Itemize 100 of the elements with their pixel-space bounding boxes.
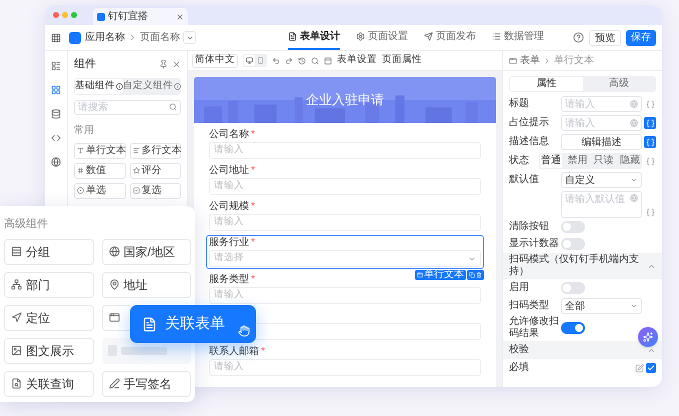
component-tab[interactable]: 自定义组件 <box>123 78 181 94</box>
rows-icon <box>11 246 22 257</box>
component-item[interactable]: 国家/地区 <box>102 238 191 264</box>
variable-icon[interactable] <box>644 155 656 167</box>
app-icon[interactable] <box>69 32 81 44</box>
globe-icon[interactable] <box>630 119 638 127</box>
document-icon <box>288 32 297 41</box>
window-icon <box>108 312 120 323</box>
hand-cursor-icon <box>238 325 250 337</box>
breadcrumb-item[interactable]: 表单 <box>520 53 540 68</box>
copy-icon[interactable] <box>469 272 475 278</box>
search-icon[interactable] <box>311 56 319 64</box>
undo-icon[interactable] <box>272 56 280 64</box>
globe-icon[interactable] <box>630 100 638 108</box>
header-tab[interactable]: 页面发布 <box>424 25 476 50</box>
status-option[interactable]: 只读 <box>592 154 615 168</box>
field-label: 服务行业 <box>209 236 249 250</box>
sidebar-icon[interactable] <box>51 109 61 119</box>
property-select[interactable]: 全部 <box>561 298 642 314</box>
component-item[interactable]: 地址 <box>102 272 191 298</box>
section-header[interactable]: 校验 <box>503 341 662 359</box>
selected-field-frame[interactable]: 服务行业 * 请选择 <box>206 235 484 269</box>
field-label: 公司地址 <box>209 164 249 178</box>
app-name[interactable]: 应用名称 <box>85 30 125 45</box>
property-label: 清除按钮 <box>509 221 550 233</box>
component-item[interactable]: 单行文本 <box>74 142 126 158</box>
delete-icon[interactable] <box>476 272 482 278</box>
component-item[interactable] <box>102 304 130 330</box>
field-label: 联系人邮箱 <box>209 344 259 358</box>
status-option[interactable]: 隐藏 <box>618 154 641 168</box>
close-icon[interactable] <box>172 60 181 69</box>
toggle-switch[interactable] <box>561 322 585 334</box>
placeholder-bar <box>120 346 166 354</box>
toggle-switch[interactable] <box>561 238 585 250</box>
page-name[interactable]: 页面名称 <box>140 30 180 45</box>
ai-assistant-button[interactable] <box>638 327 658 347</box>
property-select[interactable]: 自定义 <box>561 172 642 188</box>
info-icon <box>174 82 181 90</box>
toggle-switch[interactable] <box>561 221 585 233</box>
variable-icon[interactable] <box>644 98 656 110</box>
section-header[interactable]: 扫码模式（仅钉钉手机端内支持） <box>503 253 662 279</box>
component-item[interactable]: 部门 <box>4 272 94 298</box>
sidebar-icon[interactable] <box>51 133 61 143</box>
edit-icon[interactable] <box>635 364 644 372</box>
globe-icon <box>108 246 120 257</box>
header-tab[interactable]: 页面设置 <box>356 25 408 50</box>
property-tab[interactable]: 高级 <box>582 77 655 91</box>
component-item[interactable]: 分组 <box>4 238 94 264</box>
property-label: 标题 <box>509 98 530 110</box>
component-item[interactable]: 复选 <box>130 182 181 198</box>
browser-tab[interactable]: 钉钉宜搭 <box>93 8 188 25</box>
close-icon[interactable] <box>176 12 184 20</box>
page-properties-link[interactable]: 页面属性 <box>382 53 422 68</box>
component-item[interactable]: 多行文本 <box>130 142 181 158</box>
desktop-view-icon[interactable] <box>244 55 255 66</box>
sidebar-icon[interactable] <box>51 157 61 167</box>
section-label: 常用 <box>74 124 95 138</box>
property-tab[interactable]: 属性 <box>510 77 582 91</box>
status-option[interactable]: 普通 <box>540 154 562 168</box>
paragraph-icon <box>132 147 140 154</box>
help-icon[interactable] <box>573 32 584 43</box>
pin-icon[interactable] <box>159 60 168 69</box>
checkbox-icon <box>132 187 140 194</box>
edit-description-button[interactable]: 编辑描述 <box>561 134 642 150</box>
component-item[interactable]: 图文展示 <box>4 338 94 364</box>
globe-icon[interactable] <box>630 194 638 202</box>
sidebar-icon[interactable] <box>51 85 61 95</box>
component-item[interactable]: 定位 <box>4 304 94 330</box>
property-label: 状态 <box>509 155 530 167</box>
component-item[interactable]: 手写签名 <box>102 370 191 396</box>
component-tab[interactable]: 基础组件 <box>75 78 123 94</box>
required-mark: * <box>261 344 265 358</box>
redo-icon[interactable] <box>285 56 293 64</box>
preview-button[interactable]: 预览 <box>589 30 621 46</box>
radio-icon <box>77 187 84 194</box>
component-item[interactable]: 单选 <box>74 182 126 198</box>
map-pin-icon <box>108 279 120 290</box>
tab-title: 钉钉宜搭 <box>108 10 149 24</box>
dragged-component-chip[interactable]: 关联表单 <box>130 305 256 343</box>
form-settings-link[interactable]: 表单设置 <box>337 53 377 68</box>
breadcrumb-item: 单行文本 <box>554 54 594 68</box>
variable-icon[interactable] <box>644 117 656 129</box>
component-item[interactable]: 关联查询 <box>4 370 94 396</box>
variable-icon[interactable] <box>644 206 656 218</box>
sidebar-icon[interactable] <box>51 61 61 71</box>
component-item[interactable]: 评分 <box>130 162 181 178</box>
toggle-switch[interactable] <box>561 282 585 294</box>
history-icon[interactable] <box>298 56 306 64</box>
variable-icon[interactable] <box>644 136 656 148</box>
checkbox[interactable] <box>646 363 656 373</box>
status-option[interactable]: 禁用 <box>566 154 588 168</box>
app-grid-icon[interactable] <box>51 32 61 42</box>
info-icon <box>116 82 123 90</box>
component-item[interactable]: 数值 <box>74 162 126 178</box>
layout-icon[interactable] <box>324 56 332 64</box>
list-icon <box>492 32 501 41</box>
header-tab[interactable]: 数据管理 <box>492 25 544 50</box>
save-button[interactable]: 保存 <box>626 30 656 46</box>
search-icon <box>169 103 177 111</box>
monitor-icon <box>246 57 253 64</box>
